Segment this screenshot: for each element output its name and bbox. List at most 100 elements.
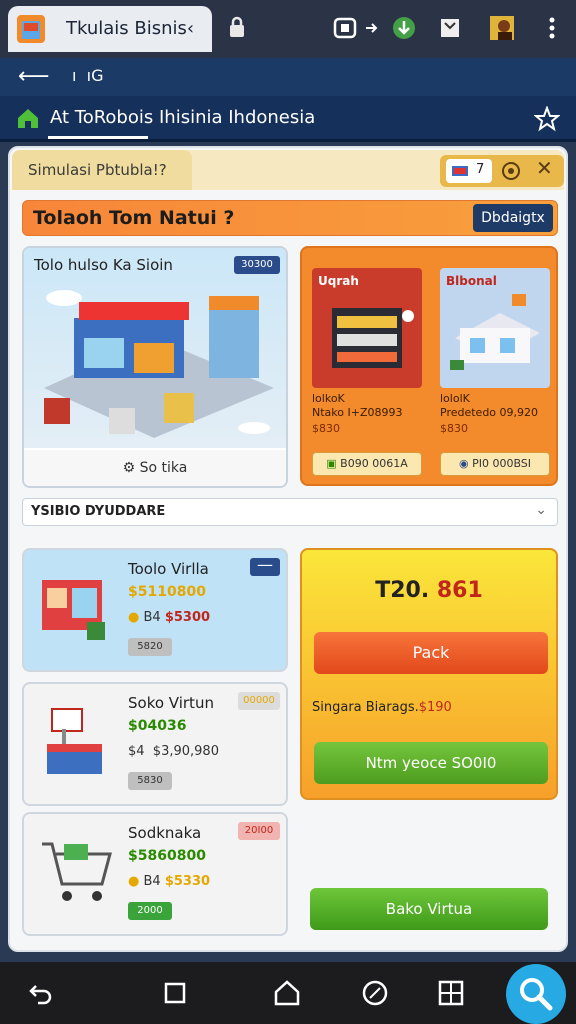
product-name: Sodknaka [128,824,202,842]
product-detail: ● B4 $5300 [128,610,210,625]
summary-value-a: T20. [375,578,430,603]
search-icon [520,978,553,1011]
window-switch-icon[interactable] [332,14,360,42]
summary-info: Singara Biarags.$190 [312,700,452,715]
recents-icon[interactable] [160,978,190,1008]
pack-button[interactable]: Pack [314,632,548,674]
shopping-cart-icon [42,842,112,901]
store-illustration: Tolo hulso Ka Sioin 30300 [24,248,286,448]
home-nav-icon[interactable] [272,978,302,1008]
bako-virtua-button[interactable]: Bako Virtua [310,888,548,930]
promo-label-2: Blbonal [446,274,497,288]
featured-badge: 30300 [234,256,280,274]
download-icon[interactable] [390,14,418,42]
forward-small-icon[interactable] [358,14,386,42]
product-badge: 20I00 [238,822,280,840]
settings-icon[interactable] [500,160,522,182]
back-arrow-icon[interactable]: ⟵ [18,64,50,89]
summary-info-a: Singara Biarags. [312,700,419,715]
dropdown-label: YSIBIO DYUDDARE [31,504,166,519]
store-front-icon [42,580,105,640]
featured-footer[interactable]: ⚙ So tika [24,450,286,486]
product-card[interactable]: Soko Virtun $04036 $4 $3,90,980 5830 000… [22,682,288,806]
apps-grid-icon[interactable] [436,978,466,1008]
promo-button-2[interactable]: ◉ PI0 000BSI [440,452,550,476]
product-tag: 5830 [128,772,172,790]
kiosk-icon [47,708,102,774]
promo-price-2: $830 [440,422,468,435]
product-detail-b: $5300 [164,610,211,625]
summary-info-b: $190 [418,700,452,715]
product-tag: 5820 [128,638,172,656]
flag-icon [452,166,468,176]
promo-price-1: $830 [312,422,340,435]
money-icon: ▣ [326,457,337,470]
collapse-button[interactable]: — [250,557,280,576]
featured-footer-label: So tika [139,460,188,476]
simulation-label: Simulasi Pbtubla!? [28,161,167,179]
product-badge: 00000 [238,692,280,710]
bookmark-icon[interactable] [436,14,464,42]
close-icon[interactable]: ✕ [536,156,553,180]
product-name: Soko Virtun [128,694,214,712]
window-controls: 7 ✕ [440,155,564,187]
promo-button-1[interactable]: ▣ B090 0061A [312,452,422,476]
language-selector[interactable]: 7 [446,159,492,183]
address-bar: ⟵ ı ıG [0,58,576,96]
product-price: $5110800 [128,584,206,600]
product-tag: 2000 [128,902,172,920]
gear-icon: ⚙ [122,460,136,476]
page-title: At ToRobois Ihisinia Ihdonesia [50,107,316,128]
home-icon[interactable] [16,106,40,130]
chevron-down-icon: ⌄ [535,502,547,518]
product-detail-b: $5330 [164,874,211,889]
store-isometric-icon [44,290,274,438]
promo-button-2-label: PI0 000BSI [472,457,532,470]
product-price: $5860800 [128,848,206,864]
product-card[interactable]: Toolo Virlla $5110800 ● B4 $5300 5820 — [22,548,288,672]
browser-tab[interactable]: Tkulais Bisnis‹ [8,6,212,52]
featured-store-card[interactable]: Tolo hulso Ka Sioin 30300 ⚙ So tika [22,246,288,488]
coin-icon: ● [128,610,140,625]
promo-card-1[interactable]: Uqrah [312,268,422,388]
product-name: Toolo Virlla [128,560,209,578]
browser-tabbar: Tkulais Bisnis‹ [0,0,576,58]
title-underline [48,136,148,139]
product-detail-a: B4 [143,610,161,625]
back-icon[interactable] [26,978,56,1008]
address-text[interactable]: ı ıG [72,66,103,85]
page-header: At ToRobois Ihisinia Ihdonesia [0,96,576,142]
simulation-tab[interactable]: Simulasi Pbtubla!? [12,150,192,190]
language-count: 7 [476,162,485,177]
summary-total: T20. 861 [302,578,556,603]
product-card[interactable]: Sodknaka $5860800 ● B4 $5330 2000 20I00 [22,812,288,936]
summary-value-b: 861 [436,578,483,603]
product-detail-a: $4 $3,90,980 [128,744,219,759]
simulation-bar: Simulasi Pbtubla!? 7 ✕ [12,150,564,190]
product-detail: ● B4 $5330 [128,874,210,889]
profile-avatar-icon[interactable] [488,14,516,42]
more-vertical-icon[interactable] [538,14,566,42]
promo-label-1: Uqrah [318,274,359,288]
confirm-button[interactable]: Ntm yeoce SO0I0 [314,742,548,784]
promo-card-2[interactable]: Blbonal [440,268,550,388]
product-detail: $4 $3,90,980 [128,744,219,759]
star-settings-icon[interactable] [534,106,560,132]
banner-button[interactable]: Dbdaigtx [473,204,553,232]
system-navbar [0,962,576,1024]
lock-icon [230,16,244,37]
product-price: $04036 [128,718,187,734]
promo-text-1: lolkoK Ntako I+Z08993 [312,392,403,419]
search-fab[interactable] [506,964,566,1024]
app-window: Simulasi Pbtubla!? 7 ✕ Tolaoh Tom Natui … [8,146,568,952]
coin-icon: ● [128,874,140,889]
title-banner: Tolaoh Tom Natui ? Dbdaigtx [22,200,558,236]
category-dropdown[interactable]: YSIBIO DYUDDARE ⌄ [22,498,558,526]
product-detail-a: B4 [143,874,161,889]
compass-icon[interactable] [360,978,390,1008]
featured-title: Tolo hulso Ka Sioin [34,256,173,274]
store-box-icon [17,15,45,43]
globe-icon: ◉ [458,457,469,470]
tab-title: Tkulais Bisnis‹ [66,18,195,39]
promo-button-1-label: B090 0061A [340,457,408,470]
